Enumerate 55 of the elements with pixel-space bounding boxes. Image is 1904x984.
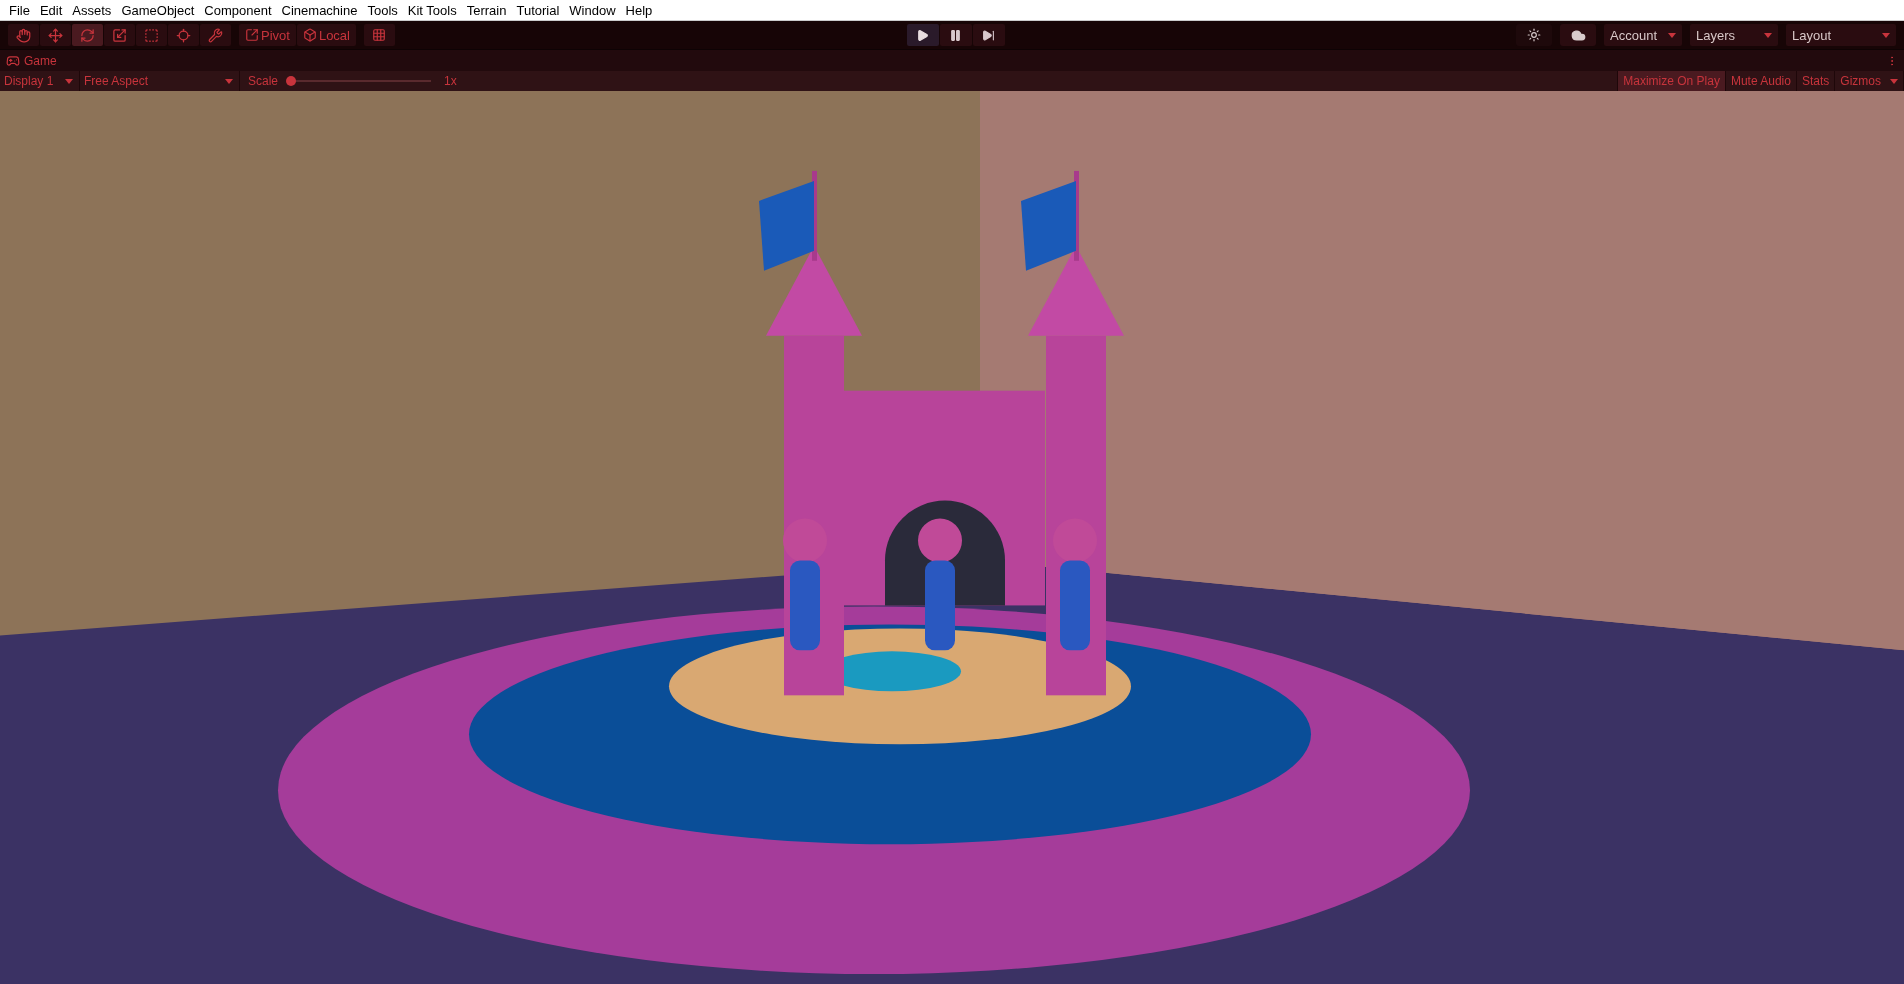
toolbar-dropdown[interactable]: Layout — [1786, 24, 1896, 46]
cube-icon — [302, 28, 317, 42]
gamepad-icon — [6, 53, 20, 68]
slider-thumb[interactable] — [286, 76, 297, 86]
menu-item[interactable]: File — [4, 2, 35, 18]
move-arrows-icon — [48, 27, 63, 43]
menu-item[interactable]: Cinemachine — [276, 2, 363, 18]
scale-icon — [112, 27, 127, 43]
menu-item[interactable]: Tutorial — [511, 2, 565, 18]
menu-item[interactable]: Help — [620, 2, 658, 18]
rotate-tool-button[interactable] — [72, 24, 103, 46]
lighting-button[interactable] — [1516, 24, 1552, 46]
step-forward-icon — [982, 28, 995, 42]
scale-tool-button[interactable] — [104, 24, 135, 46]
cloud-button[interactable] — [1560, 24, 1596, 46]
pause-button[interactable] — [939, 24, 972, 46]
menu-item[interactable]: Assets — [67, 2, 117, 18]
dashed-square-icon — [144, 27, 159, 43]
caret-icon — [1668, 32, 1676, 38]
caret-icon — [1890, 78, 1898, 84]
pivot-button[interactable]: Pivot — [239, 24, 296, 46]
cloud-icon — [1570, 27, 1586, 43]
wrench-icon — [208, 27, 223, 43]
scale-label: Scale — [248, 74, 279, 88]
game-tab[interactable]: Game — [6, 53, 57, 68]
crosshair-icon — [176, 27, 191, 43]
hand-icon — [16, 27, 31, 43]
custom-tool-button[interactable] — [200, 24, 231, 46]
caret-icon — [1882, 32, 1890, 38]
move-tool-button[interactable] — [40, 24, 71, 46]
sun-icon — [1527, 28, 1541, 42]
toolbar-dropdown[interactable]: Account — [1604, 24, 1682, 46]
play-icon — [916, 28, 929, 42]
menu-item[interactable]: Component — [199, 2, 277, 18]
grid-icon — [372, 28, 387, 42]
step-button[interactable] — [972, 24, 1005, 46]
rotate-arrows-icon — [80, 27, 95, 43]
square-arrow-icon — [245, 28, 259, 42]
caret-icon — [225, 78, 233, 84]
hand-tool-button[interactable] — [8, 24, 39, 46]
caret-icon — [65, 78, 73, 84]
menu-item[interactable]: Kit Tools — [402, 2, 462, 18]
grid-snap-button[interactable] — [364, 24, 395, 46]
rect-tool-button[interactable] — [136, 24, 167, 46]
scale-reading: 1x — [444, 74, 457, 88]
menu-item[interactable]: Window — [564, 2, 621, 18]
menu-item[interactable]: Tools — [362, 2, 403, 18]
caret-icon — [1764, 32, 1772, 38]
toolbar-dropdown[interactable]: Layers — [1690, 24, 1778, 46]
pause-icon — [949, 28, 962, 42]
play-button[interactable] — [906, 24, 939, 46]
menu-item[interactable]: Terrain — [461, 2, 512, 18]
menu-item[interactable]: Edit — [34, 2, 68, 18]
menu-item[interactable]: GameObject — [116, 2, 200, 18]
transform-tool-button[interactable] — [168, 24, 199, 46]
